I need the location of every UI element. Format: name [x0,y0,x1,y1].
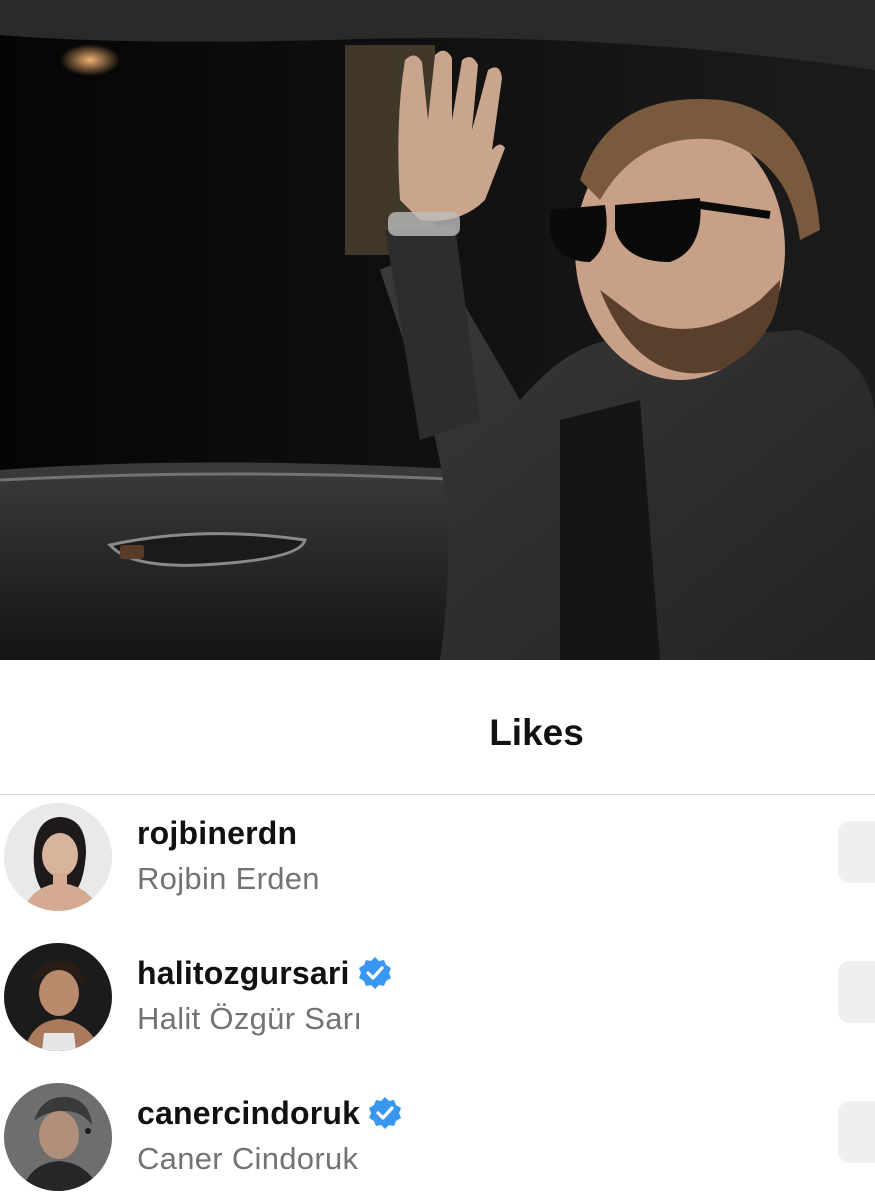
avatar-man-photo [4,943,112,1051]
follow-button[interactable] [838,961,875,1023]
avatar-woman-photo [4,803,112,911]
avatar[interactable] [4,943,112,1051]
avatar[interactable] [4,1083,112,1191]
likes-sheet: Likes rojbinerdn Rojbin Erden halitozgur… [0,660,875,1200]
full-name: Halit Özgür Sarı [137,1001,363,1036]
full-name: Rojbin Erden [137,861,320,896]
like-row[interactable]: canercindoruk Caner Cindoruk [0,1075,875,1195]
like-row[interactable]: halitozgursari Halit Özgür Sarı [0,935,875,1055]
verified-badge-icon [358,956,392,990]
verified-badge-icon [368,1096,402,1130]
follow-button[interactable] [838,1101,875,1163]
follow-button[interactable] [838,821,875,883]
username[interactable]: canercindoruk [137,1095,360,1132]
like-row[interactable]: rojbinerdn Rojbin Erden [0,795,875,915]
avatar-man-gray-hair-photo [4,1083,112,1191]
likes-sheet-header: Likes [0,660,875,795]
post-photo [0,0,875,660]
username[interactable]: rojbinerdn [137,815,297,852]
full-name: Caner Cindoruk [137,1141,359,1176]
post-photo-illustration [0,0,875,660]
avatar[interactable] [4,803,112,911]
likes-title: Likes [489,712,584,753]
username[interactable]: halitozgursari [137,955,350,992]
